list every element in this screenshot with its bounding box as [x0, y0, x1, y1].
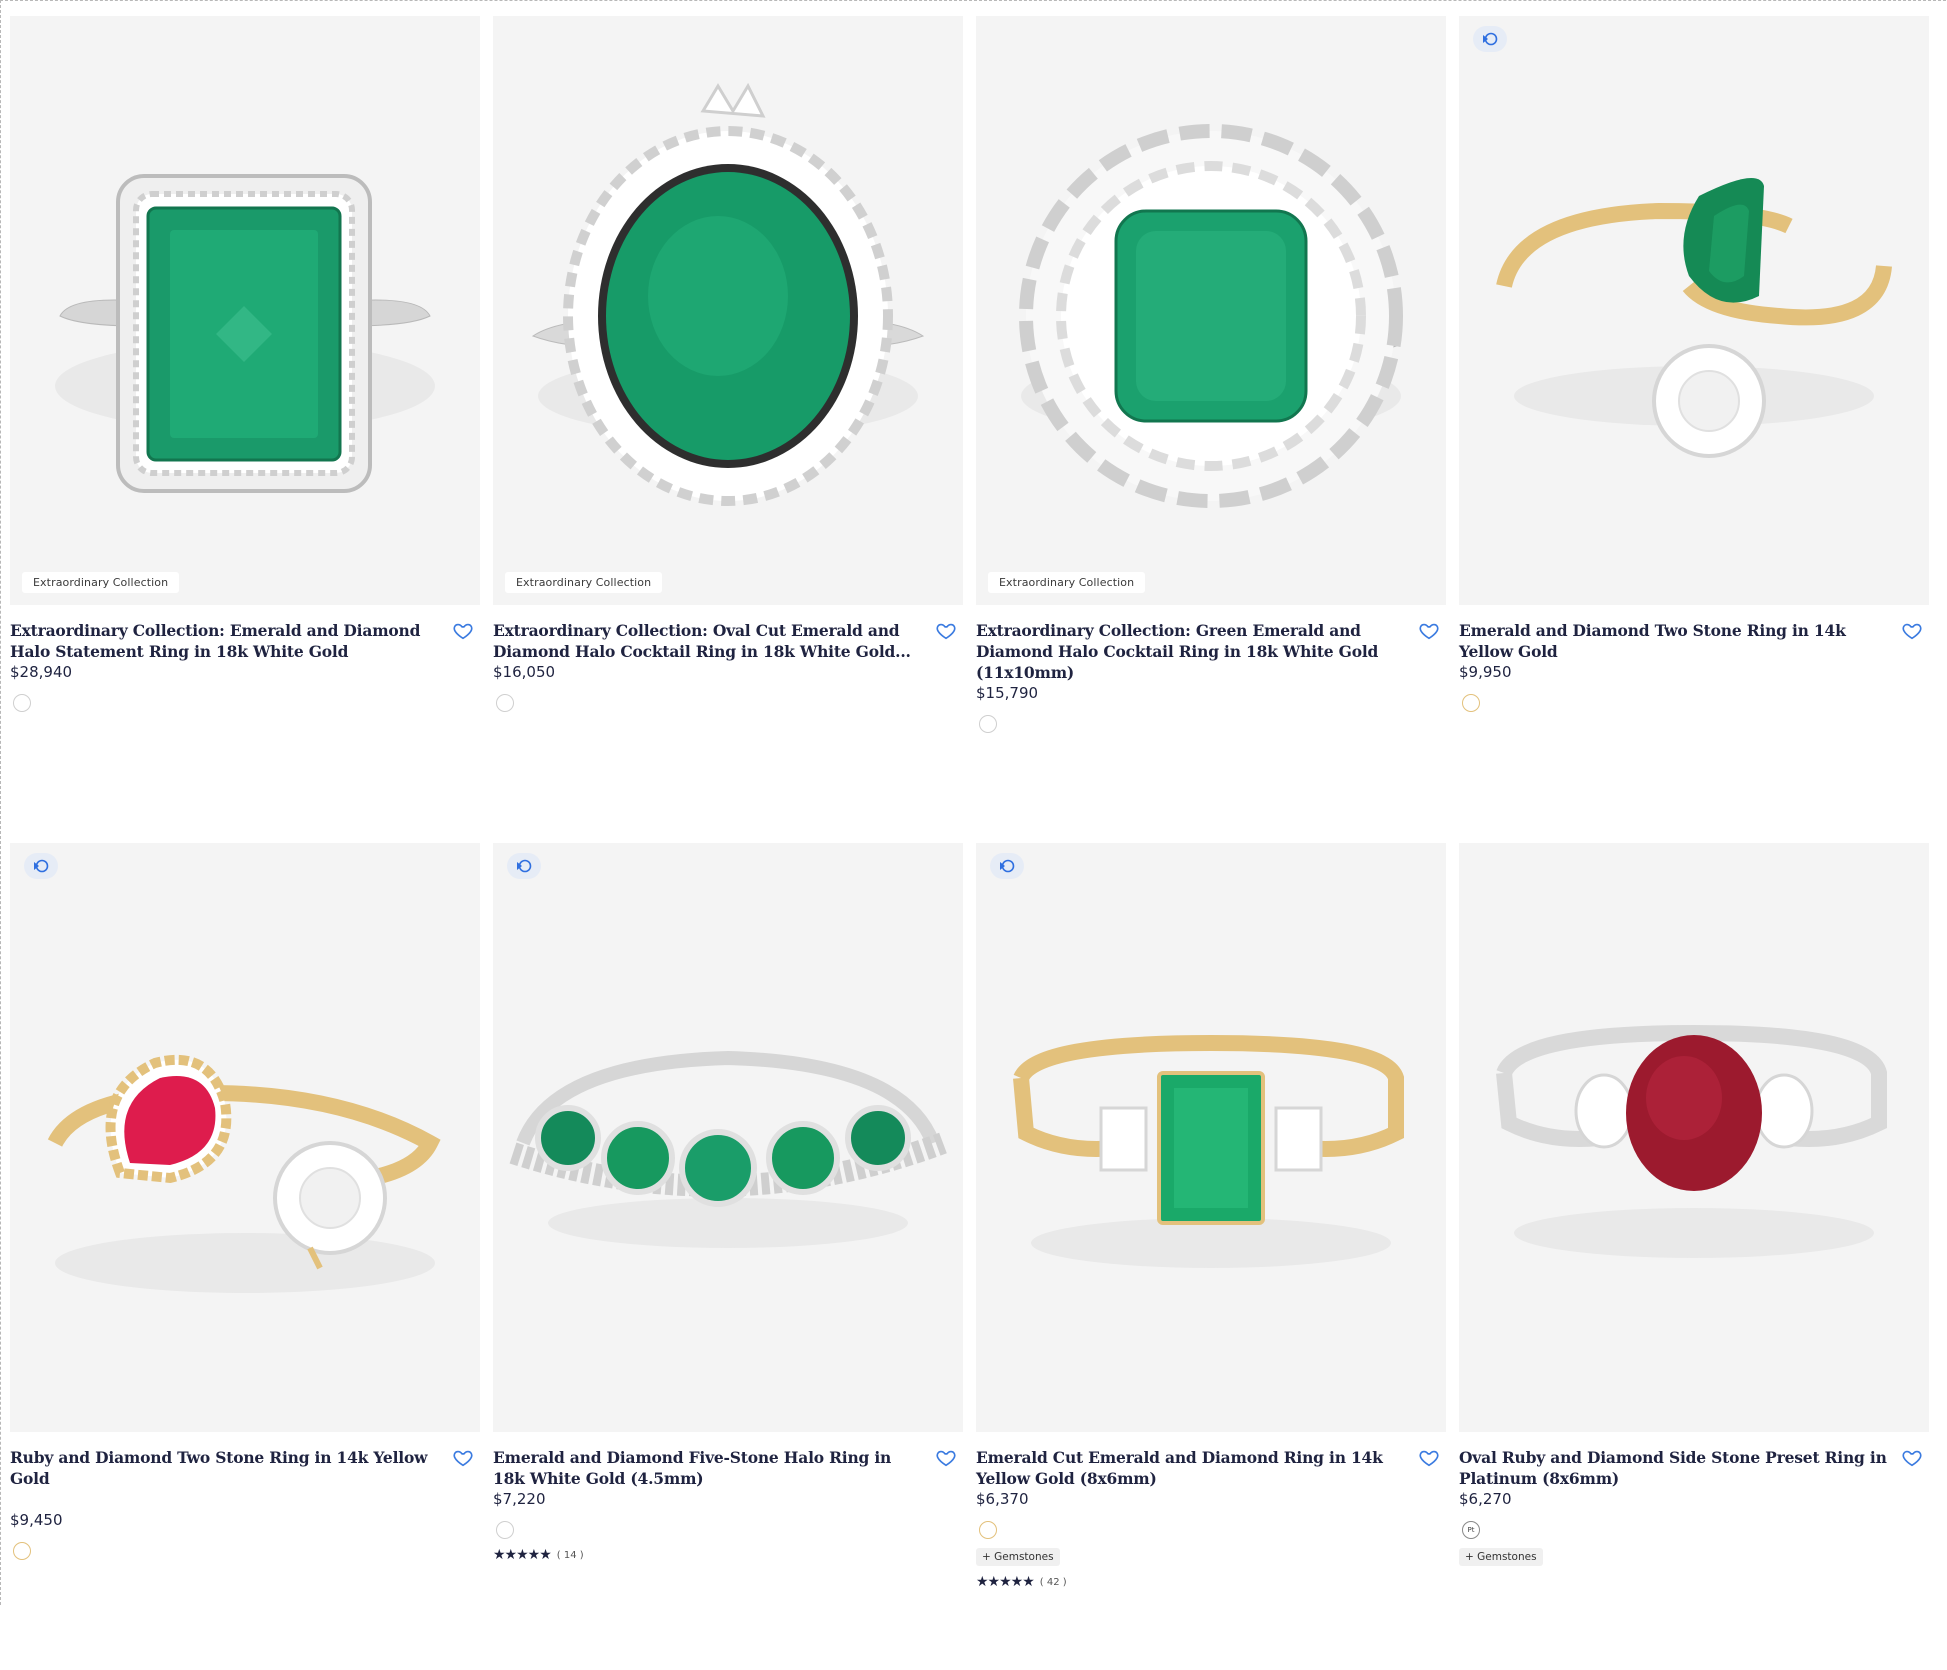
rating[interactable]: ★★★★★ ( 42 ): [976, 1574, 1446, 1590]
product-price: $9,950: [1459, 663, 1512, 681]
product-title[interactable]: Extraordinary Collection: Oval Cut Emera…: [493, 620, 923, 662]
product-price: $15,790: [976, 684, 1039, 702]
product-price: $6,270: [1459, 1490, 1512, 1508]
product-price: $28,940: [10, 663, 73, 681]
metal-swatch-platinum[interactable]: Pt: [1462, 1521, 1480, 1539]
heart-icon[interactable]: [452, 620, 474, 642]
metal-swatch-yellow[interactable]: [13, 1542, 31, 1560]
product-title[interactable]: Emerald Cut Emerald and Diamond Ring in …: [976, 1447, 1406, 1489]
rating-count: ( 42 ): [1039, 1576, 1067, 1588]
metal-swatch-white[interactable]: [979, 715, 997, 733]
heart-icon[interactable]: [935, 1447, 957, 1469]
product-image[interactable]: Extraordinary Collection: [493, 16, 963, 605]
product-card[interactable]: Extraordinary Collection Extraordinary C…: [493, 16, 963, 843]
rating-stars: ★★★★★: [976, 1574, 1035, 1590]
ring-image: [1496, 178, 1892, 458]
ring-image: [1019, 124, 1403, 508]
product-title[interactable]: Emerald and Diamond Two Stone Ring in 14…: [1459, 620, 1889, 662]
ring-image: [531, 82, 925, 506]
product-card[interactable]: Emerald Cut Emerald and Diamond Ring in …: [976, 843, 1446, 1670]
collection-badge: Extraordinary Collection: [505, 572, 663, 593]
collection-badge: Extraordinary Collection: [22, 572, 180, 593]
product-card[interactable]: Emerald and Diamond Two Stone Ring in 14…: [1459, 16, 1929, 843]
product-title[interactable]: Extraordinary Collection: Green Emerald …: [976, 620, 1406, 683]
rating[interactable]: ★★★★★ ( 14 ): [493, 1547, 963, 1563]
ring-image: [509, 1050, 947, 1248]
product-image[interactable]: [1459, 843, 1929, 1432]
ring-image: [47, 1054, 441, 1293]
heart-icon[interactable]: [1418, 620, 1440, 642]
product-image[interactable]: Extraordinary Collection: [10, 16, 480, 605]
product-card[interactable]: Extraordinary Collection Extraordinary C…: [10, 16, 480, 843]
product-price: $16,050: [493, 663, 556, 681]
heart-icon[interactable]: [1418, 1447, 1440, 1469]
product-image[interactable]: [493, 843, 963, 1432]
heart-icon[interactable]: [452, 1447, 474, 1469]
product-price: $9,450: [10, 1511, 63, 1529]
product-grid: Extraordinary Collection Extraordinary C…: [10, 16, 1930, 1670]
product-title[interactable]: Emerald and Diamond Five-Stone Halo Ring…: [493, 1447, 923, 1489]
heart-icon[interactable]: [1901, 620, 1923, 642]
ring-image: [55, 174, 435, 493]
product-price: $7,220: [493, 1490, 546, 1508]
product-image[interactable]: [976, 843, 1446, 1432]
gemstones-tag[interactable]: + Gemstones: [976, 1548, 1060, 1566]
collection-badge: Extraordinary Collection: [988, 572, 1146, 593]
metal-swatch-white[interactable]: [496, 1521, 514, 1539]
ring-image: [1013, 1034, 1404, 1268]
product-image[interactable]: Extraordinary Collection: [976, 16, 1446, 605]
metal-swatch-white[interactable]: [496, 694, 514, 712]
metal-swatch-yellow[interactable]: [979, 1521, 997, 1539]
rating-count: ( 14 ): [556, 1549, 584, 1561]
rating-stars: ★★★★★: [493, 1547, 552, 1563]
product-card[interactable]: Extraordinary Collection Extraordinary C…: [976, 16, 1446, 843]
product-card[interactable]: Oval Ruby and Diamond Side Stone Preset …: [1459, 843, 1929, 1670]
product-image[interactable]: [1459, 16, 1929, 605]
ring-image: [1496, 1024, 1887, 1258]
heart-icon[interactable]: [935, 620, 957, 642]
product-title[interactable]: Extraordinary Collection: Emerald and Di…: [10, 620, 440, 662]
product-title[interactable]: Oval Ruby and Diamond Side Stone Preset …: [1459, 1447, 1889, 1489]
product-card[interactable]: Emerald and Diamond Five-Stone Halo Ring…: [493, 843, 963, 1670]
product-card[interactable]: Ruby and Diamond Two Stone Ring in 14k Y…: [10, 843, 480, 1670]
heart-icon[interactable]: [1901, 1447, 1923, 1469]
product-price: $6,370: [976, 1490, 1029, 1508]
product-title[interactable]: Ruby and Diamond Two Stone Ring in 14k Y…: [10, 1447, 440, 1489]
metal-swatch-yellow[interactable]: [1462, 694, 1480, 712]
metal-swatch-white[interactable]: [13, 694, 31, 712]
product-image[interactable]: [10, 843, 480, 1432]
gemstones-tag[interactable]: + Gemstones: [1459, 1548, 1543, 1566]
